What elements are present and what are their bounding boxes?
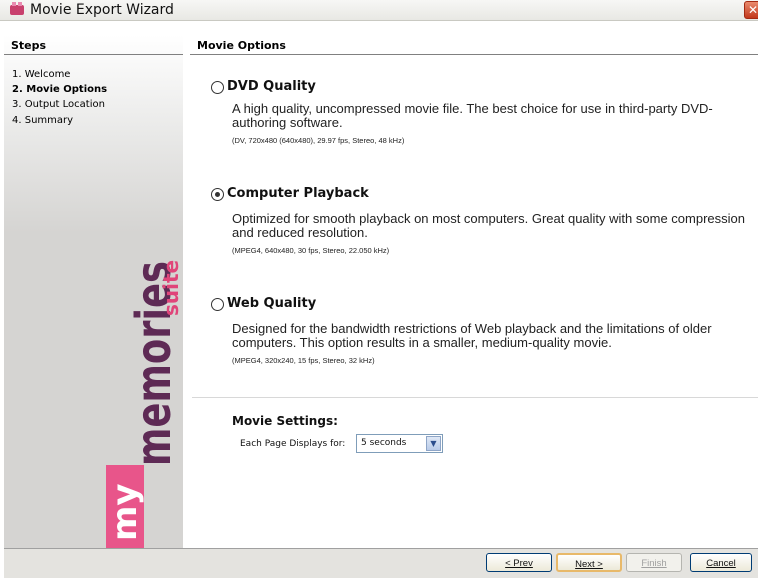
page-display-select[interactable]: 5 seconds ▼ [356, 434, 443, 453]
title-bar: Movie Export Wizard ✕ [0, 0, 758, 21]
cancel-button[interactable]: Cancel [690, 553, 752, 572]
prev-button[interactable]: < Prev [486, 553, 552, 572]
settings-separator [192, 397, 758, 398]
dvd-quality-description: A high quality, uncompressed movie file.… [232, 101, 713, 130]
mymemories-suite-logo: my memories suite [105, 260, 180, 548]
next-button[interactable]: Next > [556, 553, 622, 572]
step-output-location: 3. Output Location [12, 99, 105, 110]
sidebar-gradient [4, 35, 183, 233]
step-movie-options: 2. Movie Options [12, 84, 108, 95]
close-button[interactable]: ✕ [744, 1, 758, 19]
dvd-quality-radio[interactable] [211, 81, 224, 94]
radio-selected-dot [215, 192, 220, 197]
options-divider [190, 54, 758, 55]
movie-settings-heading: Movie Settings: [232, 414, 338, 428]
computer-playback-description: Optimized for smooth playback on most co… [232, 211, 745, 240]
step-summary: 4. Summary [12, 115, 74, 126]
web-quality-title[interactable]: Web Quality [227, 296, 316, 311]
app-icon [10, 2, 24, 15]
close-icon: ✕ [747, 3, 758, 17]
web-quality-radio[interactable] [211, 298, 224, 311]
movie-options-heading: Movie Options [197, 39, 286, 52]
chevron-down-icon[interactable]: ▼ [426, 436, 441, 451]
web-quality-spec: (MPEG4, 320x240, 15 fps, Stereo, 32 kHz) [232, 356, 375, 365]
finish-button[interactable]: Finish [626, 553, 682, 572]
computer-playback-title[interactable]: Computer Playback [227, 186, 369, 201]
page-display-label: Each Page Displays for: [240, 439, 346, 449]
dvd-quality-spec: (DV, 720x480 (640x480), 29.97 fps, Stere… [232, 136, 405, 145]
computer-playback-spec: (MPEG4, 640x480, 30 fps, Stereo, 22.050 … [232, 246, 390, 255]
logo-suite: suite [159, 260, 180, 316]
steps-divider [4, 54, 183, 55]
steps-heading: Steps [11, 39, 47, 52]
computer-playback-radio[interactable] [211, 188, 224, 201]
dvd-quality-title[interactable]: DVD Quality [227, 79, 316, 94]
logo-my: my [105, 483, 145, 541]
step-welcome: 1. Welcome [12, 69, 71, 80]
page-display-value: 5 seconds [361, 438, 407, 448]
web-quality-description: Designed for the bandwidth restrictions … [232, 321, 712, 350]
window-title: Movie Export Wizard [30, 2, 174, 18]
